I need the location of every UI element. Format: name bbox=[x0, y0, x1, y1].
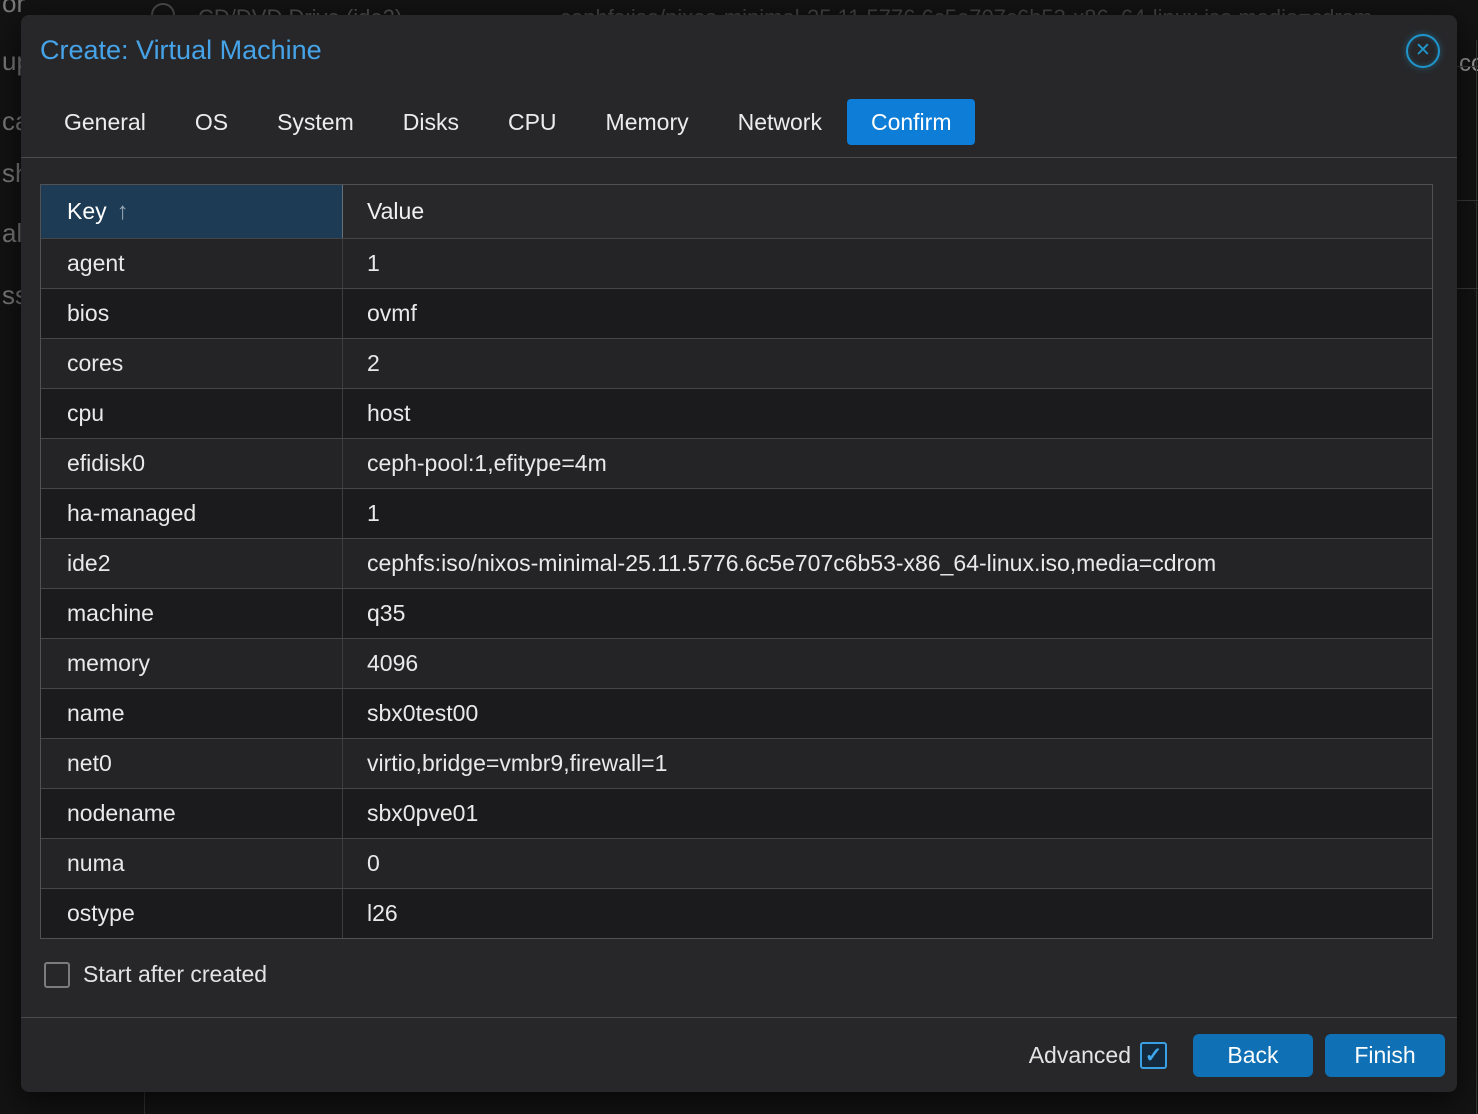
row-key: net0 bbox=[41, 739, 343, 788]
tab-system[interactable]: System bbox=[253, 99, 378, 145]
row-key: machine bbox=[41, 589, 343, 638]
row-value: host bbox=[343, 389, 1432, 438]
row-key: name bbox=[41, 689, 343, 738]
row-value: 2 bbox=[343, 339, 1432, 388]
row-value: ovmf bbox=[343, 289, 1432, 338]
table-row[interactable]: nodenamesbx0pve01 bbox=[41, 788, 1432, 838]
table-row[interactable]: memory4096 bbox=[41, 638, 1432, 688]
row-key: agent bbox=[41, 239, 343, 288]
table-row[interactable]: cores2 bbox=[41, 338, 1432, 388]
row-key: cores bbox=[41, 339, 343, 388]
settings-table: Key ↑ Value agent1biosovmfcores2cpuhoste… bbox=[40, 184, 1433, 939]
row-value: 4096 bbox=[343, 639, 1432, 688]
row-value: cephfs:iso/nixos-minimal-25.11.5776.6c5e… bbox=[343, 539, 1432, 588]
row-value: virtio,bridge=vmbr9,firewall=1 bbox=[343, 739, 1432, 788]
table-row[interactable]: ha-managed1 bbox=[41, 488, 1432, 538]
row-key: memory bbox=[41, 639, 343, 688]
advanced-checkbox[interactable]: ✓ bbox=[1140, 1042, 1167, 1069]
table-row[interactable]: cpuhost bbox=[41, 388, 1432, 438]
table-row[interactable]: net0virtio,bridge=vmbr9,firewall=1 bbox=[41, 738, 1432, 788]
row-key: nodename bbox=[41, 789, 343, 838]
table-row[interactable]: agent1 bbox=[41, 238, 1432, 288]
row-key: efidisk0 bbox=[41, 439, 343, 488]
table-row[interactable]: efidisk0ceph-pool:1,efitype=4m bbox=[41, 438, 1432, 488]
start-after-created-checkbox[interactable] bbox=[44, 962, 70, 988]
row-value: 1 bbox=[343, 239, 1432, 288]
back-button[interactable]: Back bbox=[1193, 1034, 1313, 1077]
background-divider bbox=[1476, 40, 1477, 1114]
row-value: sbx0test00 bbox=[343, 689, 1432, 738]
row-value: 0 bbox=[343, 839, 1432, 888]
start-after-created-label: Start after created bbox=[83, 961, 267, 988]
background-grid-line bbox=[1455, 288, 1478, 289]
row-value: l26 bbox=[343, 889, 1432, 938]
create-vm-dialog: Create: Virtual Machine ✕ GeneralOSSyste… bbox=[21, 15, 1457, 1092]
table-row[interactable]: biosovmf bbox=[41, 288, 1432, 338]
table-header-row: Key ↑ Value bbox=[41, 185, 1432, 238]
background-divider bbox=[144, 1092, 145, 1114]
tab-os[interactable]: OS bbox=[171, 99, 252, 145]
row-value: q35 bbox=[343, 589, 1432, 638]
table-row[interactable]: machineq35 bbox=[41, 588, 1432, 638]
tab-network[interactable]: Network bbox=[714, 99, 846, 145]
wizard-tabs: GeneralOSSystemDisksCPUMemoryNetworkConf… bbox=[40, 99, 976, 145]
confirm-panel: Key ↑ Value agent1biosovmfcores2cpuhoste… bbox=[21, 157, 1457, 1018]
tab-confirm[interactable]: Confirm bbox=[847, 99, 976, 145]
column-header-key-label: Key bbox=[67, 198, 107, 225]
sort-ascending-icon: ↑ bbox=[117, 198, 129, 226]
row-key: ha-managed bbox=[41, 489, 343, 538]
start-after-created-option[interactable]: Start after created bbox=[44, 961, 1433, 988]
tab-general[interactable]: General bbox=[40, 99, 170, 145]
finish-button[interactable]: Finish bbox=[1325, 1034, 1445, 1077]
column-header-key[interactable]: Key ↑ bbox=[41, 185, 343, 238]
row-value: sbx0pve01 bbox=[343, 789, 1432, 838]
dialog-title: Create: Virtual Machine bbox=[40, 35, 322, 66]
advanced-label[interactable]: Advanced bbox=[1029, 1042, 1131, 1069]
column-header-value-label: Value bbox=[367, 198, 424, 225]
row-key: numa bbox=[41, 839, 343, 888]
close-icon[interactable]: ✕ bbox=[1406, 34, 1440, 68]
table-row[interactable]: namesbx0test00 bbox=[41, 688, 1432, 738]
row-key: ide2 bbox=[41, 539, 343, 588]
background-grid-line bbox=[1455, 200, 1478, 201]
row-key: ostype bbox=[41, 889, 343, 938]
tab-cpu[interactable]: CPU bbox=[484, 99, 581, 145]
table-row[interactable]: ostypel26 bbox=[41, 888, 1432, 938]
table-row[interactable]: numa0 bbox=[41, 838, 1432, 888]
table-row[interactable]: ide2cephfs:iso/nixos-minimal-25.11.5776.… bbox=[41, 538, 1432, 588]
row-value: ceph-pool:1,efitype=4m bbox=[343, 439, 1432, 488]
tab-memory[interactable]: Memory bbox=[582, 99, 713, 145]
dialog-footer: Advanced ✓ Back Finish bbox=[21, 1018, 1457, 1092]
row-value: 1 bbox=[343, 489, 1432, 538]
background-grid-line bbox=[1455, 66, 1478, 67]
row-key: cpu bbox=[41, 389, 343, 438]
row-key: bios bbox=[41, 289, 343, 338]
background-text-fragment: or bbox=[2, 0, 25, 19]
column-header-value[interactable]: Value bbox=[343, 185, 1432, 238]
tab-disks[interactable]: Disks bbox=[379, 99, 483, 145]
